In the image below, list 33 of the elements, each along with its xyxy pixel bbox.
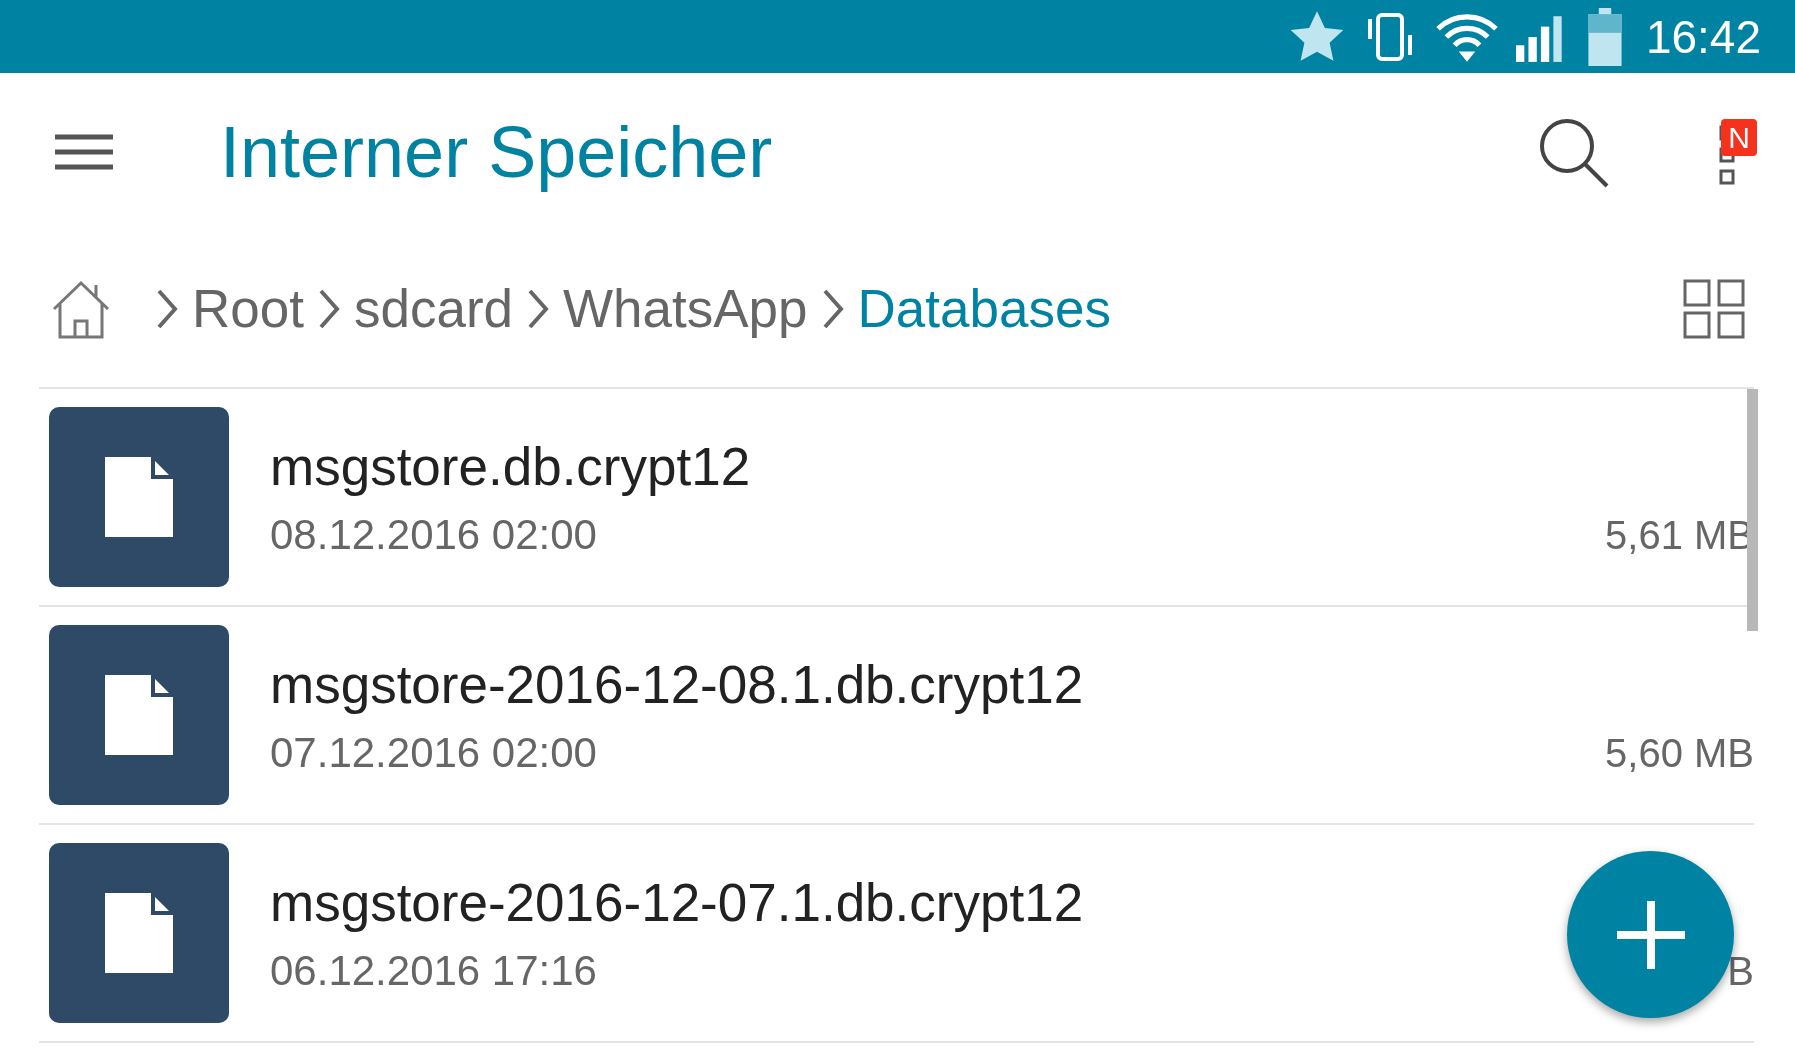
chevron-icon [317, 287, 340, 330]
file-tile[interactable] [49, 625, 229, 805]
file-size: B [1727, 948, 1754, 994]
clock-time: 16:42 [1645, 9, 1761, 64]
file-tile[interactable] [49, 843, 229, 1023]
breadcrumb-item[interactable]: Root [192, 278, 304, 339]
chevron-icon [527, 287, 550, 330]
notification-badge: N [1721, 118, 1757, 156]
grid-view-icon[interactable] [1683, 278, 1745, 339]
file-name[interactable]: msgstore-2016-12-07.1.db.crypt12 [270, 871, 1084, 933]
screen-title: Interner Speicher [220, 110, 774, 193]
file-date: 08.12.2016 02:00 [270, 510, 597, 559]
battery-icon [1587, 7, 1622, 66]
plus-icon [1614, 898, 1687, 971]
overflow-menu-button[interactable]: N [1719, 118, 1757, 185]
home-icon[interactable] [50, 278, 112, 339]
file-name[interactable]: msgstore.db.crypt12 [270, 435, 751, 497]
file-name[interactable]: msgstore-2016-12-08.1.db.crypt12 [270, 653, 1084, 715]
menu-icon[interactable] [55, 133, 113, 170]
file-tile[interactable] [49, 407, 229, 587]
wifi-icon [1435, 11, 1498, 62]
file-icon [105, 893, 173, 973]
file-date: 07.12.2016 02:00 [270, 728, 597, 777]
file-size: 5,60 MB [1605, 730, 1754, 776]
breadcrumb-item[interactable]: WhatsApp [563, 278, 808, 339]
file-icon [105, 457, 173, 537]
breadcrumb-item[interactable]: sdcard [353, 278, 514, 339]
chevron-icon [821, 287, 844, 330]
file-date: 06.12.2016 17:16 [270, 946, 597, 995]
star-icon [1289, 10, 1344, 63]
breadcrumb-item[interactable]: Databases [857, 278, 1111, 339]
chevron-icon [156, 287, 178, 330]
file-icon [105, 675, 173, 755]
